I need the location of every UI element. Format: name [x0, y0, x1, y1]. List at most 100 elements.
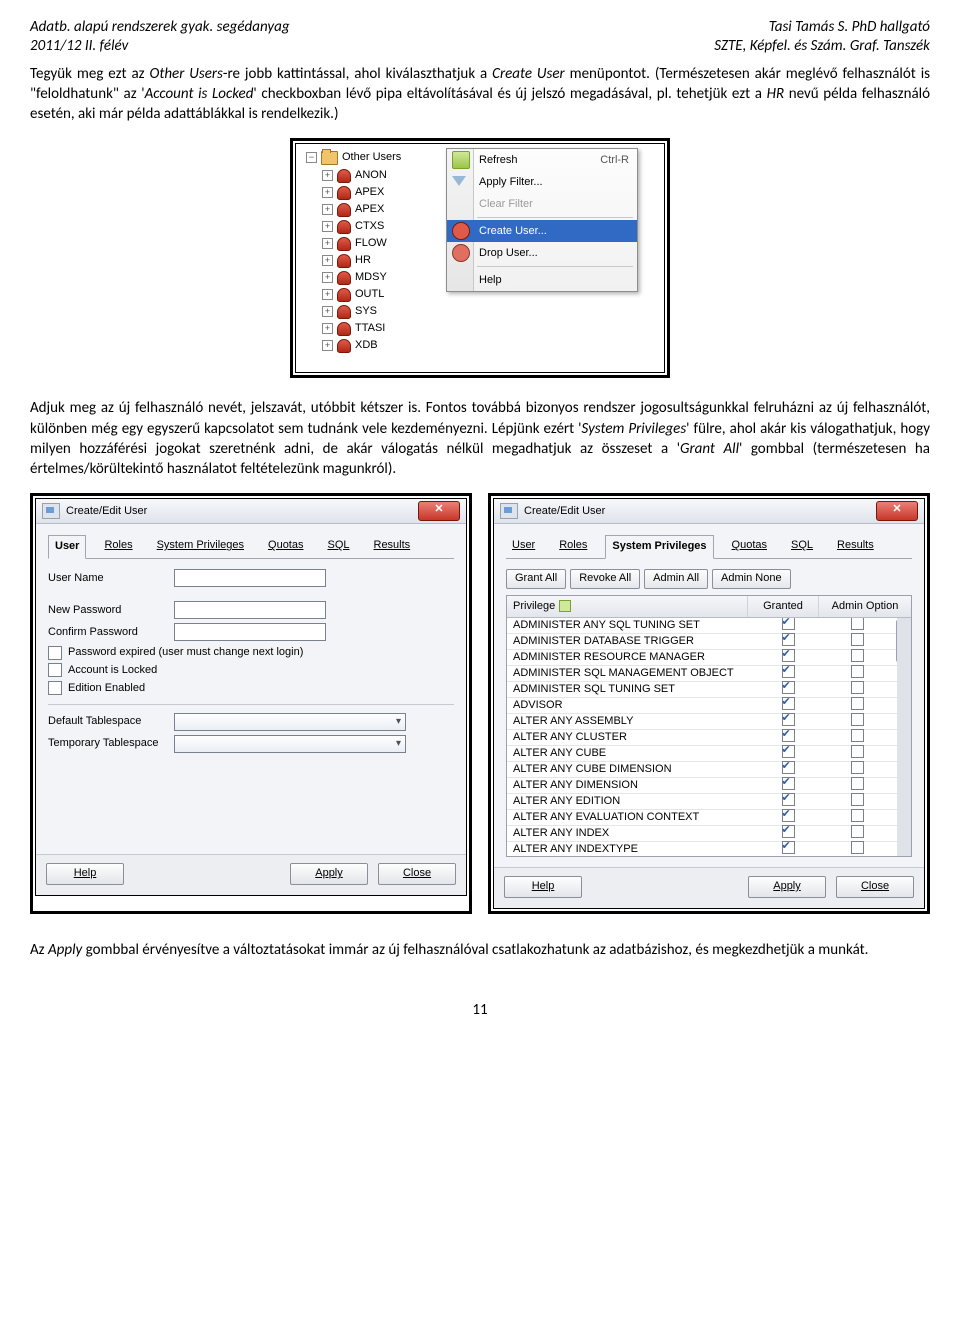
checkbox-password-expired[interactable]	[48, 646, 62, 660]
granted-checkbox[interactable]	[782, 825, 795, 838]
admin-option-checkbox[interactable]	[851, 681, 864, 694]
tree-expand-icon[interactable]: +	[322, 238, 333, 249]
tab-results[interactable]: Results	[368, 535, 417, 559]
tab-quotas[interactable]: Quotas	[726, 535, 773, 559]
tree-item[interactable]: + XDB	[322, 337, 660, 354]
granted-checkbox[interactable]	[782, 681, 795, 694]
col-admin-option[interactable]: Admin Option	[819, 596, 911, 617]
tab-sql[interactable]: SQL	[321, 535, 355, 559]
admin-option-checkbox[interactable]	[851, 809, 864, 822]
grant-all-button[interactable]: Grant All	[506, 569, 566, 589]
window-icon	[500, 503, 518, 519]
close-button[interactable]: Close	[836, 876, 914, 898]
input-new-password[interactable]	[174, 601, 326, 619]
window-close-button[interactable]: ✕	[418, 501, 460, 521]
menu-help[interactable]: Help	[447, 269, 637, 291]
admin-option-checkbox[interactable]	[851, 745, 864, 758]
menu-drop-user[interactable]: Drop User...	[447, 242, 637, 264]
tree-item-label: MDSY	[355, 270, 387, 285]
user-icon	[337, 186, 351, 200]
admin-option-checkbox[interactable]	[851, 841, 864, 854]
tab-user[interactable]: User	[506, 535, 541, 559]
admin-option-checkbox[interactable]	[851, 649, 864, 662]
sort-icon	[559, 600, 571, 612]
admin-option-checkbox[interactable]	[851, 633, 864, 646]
admin-option-checkbox[interactable]	[851, 761, 864, 774]
checkbox-account-locked[interactable]	[48, 663, 62, 677]
dropdown-default-tablespace[interactable]	[174, 713, 406, 731]
scrollbar-thumb[interactable]	[896, 620, 910, 662]
menu-create-user[interactable]: Create User...	[447, 220, 637, 242]
col-privilege[interactable]: Privilege	[507, 596, 748, 617]
admin-option-checkbox[interactable]	[851, 777, 864, 790]
tab-sql[interactable]: SQL	[785, 535, 819, 559]
tree-expand-icon[interactable]: +	[322, 170, 333, 181]
granted-checkbox[interactable]	[782, 633, 795, 646]
tree-expand-icon[interactable]: +	[322, 340, 333, 351]
tree-item-label: XDB	[355, 338, 378, 353]
user-icon	[337, 169, 351, 183]
tree-item[interactable]: +TTASI	[322, 320, 660, 337]
dropdown-temporary-tablespace[interactable]	[174, 735, 406, 753]
granted-checkbox[interactable]	[782, 729, 795, 742]
tree-expand-icon[interactable]: +	[322, 255, 333, 266]
menu-apply-filter[interactable]: Apply Filter...	[447, 171, 637, 193]
tree-expand-icon[interactable]: +	[322, 289, 333, 300]
admin-option-checkbox[interactable]	[851, 618, 864, 630]
tab-system-privileges[interactable]: System Privileges	[605, 535, 713, 559]
admin-option-checkbox[interactable]	[851, 665, 864, 678]
table-row[interactable]: ALTER ANY INDEXTYPE	[507, 842, 897, 856]
tree-collapse-icon[interactable]: −	[306, 152, 317, 163]
input-user-name[interactable]	[174, 569, 326, 587]
privilege-name: ALTER ANY EDITION	[507, 794, 759, 809]
granted-checkbox[interactable]	[782, 713, 795, 726]
tree-item[interactable]: +SYS	[322, 303, 660, 320]
dialog-title: Create/Edit User	[66, 504, 147, 519]
granted-checkbox[interactable]	[782, 809, 795, 822]
apply-button[interactable]: Apply	[748, 876, 826, 898]
admin-option-checkbox[interactable]	[851, 793, 864, 806]
tab-user[interactable]: User	[48, 535, 86, 559]
granted-checkbox[interactable]	[782, 841, 795, 854]
tree-expand-icon[interactable]: +	[322, 306, 333, 317]
granted-checkbox[interactable]	[782, 793, 795, 806]
admin-option-checkbox[interactable]	[851, 697, 864, 710]
tab-results[interactable]: Results	[831, 535, 880, 559]
header-right-line1: Tasi Tamás S. PhD hallgató	[714, 18, 930, 37]
tree-root-label[interactable]: Other Users	[342, 150, 401, 165]
tree-item-label: FLOW	[355, 236, 387, 251]
admin-option-checkbox[interactable]	[851, 825, 864, 838]
tab-system-privileges[interactable]: System Privileges	[151, 535, 250, 559]
window-close-button[interactable]: ✕	[876, 501, 918, 521]
admin-option-checkbox[interactable]	[851, 729, 864, 742]
granted-checkbox[interactable]	[782, 618, 795, 630]
page-number: 11	[30, 1000, 930, 1020]
help-button[interactable]: Help	[504, 876, 582, 898]
granted-checkbox[interactable]	[782, 777, 795, 790]
granted-checkbox[interactable]	[782, 649, 795, 662]
tab-roles[interactable]: Roles	[553, 535, 593, 559]
label-default-tablespace: Default Tablespace	[48, 714, 166, 729]
input-confirm-password[interactable]	[174, 623, 326, 641]
revoke-all-button[interactable]: Revoke All	[570, 569, 640, 589]
menu-refresh[interactable]: Refresh Ctrl-R	[447, 149, 637, 171]
tree-expand-icon[interactable]: +	[322, 323, 333, 334]
granted-checkbox[interactable]	[782, 697, 795, 710]
col-granted[interactable]: Granted	[748, 596, 819, 617]
tree-expand-icon[interactable]: +	[322, 272, 333, 283]
admin-option-checkbox[interactable]	[851, 713, 864, 726]
apply-button[interactable]: Apply	[290, 863, 368, 885]
admin-none-button[interactable]: Admin None	[712, 569, 791, 589]
granted-checkbox[interactable]	[782, 665, 795, 678]
tab-roles[interactable]: Roles	[98, 535, 138, 559]
checkbox-edition-enabled[interactable]	[48, 681, 62, 695]
granted-checkbox[interactable]	[782, 745, 795, 758]
granted-checkbox[interactable]	[782, 761, 795, 774]
tab-quotas[interactable]: Quotas	[262, 535, 309, 559]
help-button[interactable]: Help	[46, 863, 124, 885]
close-button[interactable]: Close	[378, 863, 456, 885]
tree-expand-icon[interactable]: +	[322, 204, 333, 215]
admin-all-button[interactable]: Admin All	[644, 569, 708, 589]
tree-expand-icon[interactable]: +	[322, 221, 333, 232]
tree-expand-icon[interactable]: +	[322, 187, 333, 198]
